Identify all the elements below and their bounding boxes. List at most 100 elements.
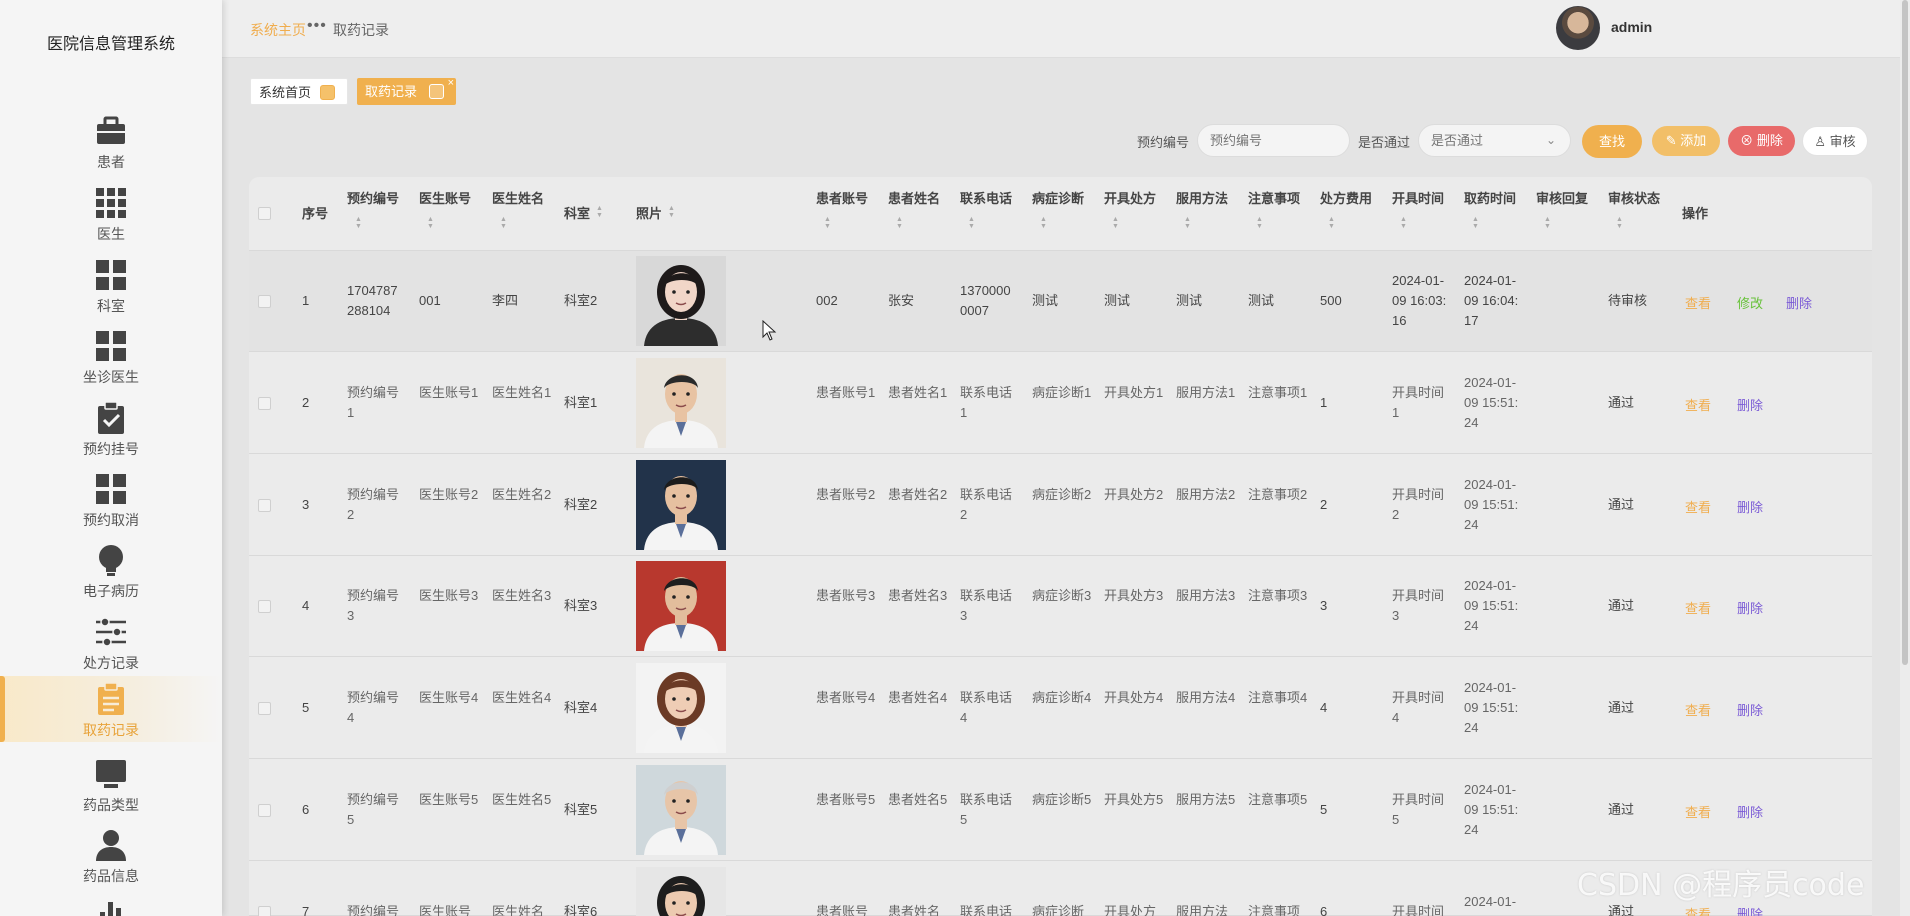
col-header-13[interactable]: 处方费用 (1320, 190, 1372, 208)
sidebar-item-medical-record[interactable]: 电子病历 (0, 537, 222, 603)
col-header-10[interactable]: 开具处方 (1104, 190, 1156, 208)
sidebar-item-label: 预约挂号 (83, 441, 139, 457)
col-header-4[interactable]: 科室 (564, 205, 590, 223)
sort-icon[interactable]: ▲ ▼ (668, 205, 675, 219)
delete-row-button[interactable]: 删除 (1737, 598, 1763, 617)
cell-doc-acct: 医生账号5 (419, 792, 479, 807)
col-header-12[interactable]: 注意事项 (1248, 190, 1300, 208)
close-icon[interactable]: × (448, 70, 454, 97)
row-checkbox[interactable] (258, 397, 271, 410)
row-checkbox[interactable] (258, 702, 271, 715)
col-header-11[interactable]: 服用方法 (1176, 190, 1228, 208)
delete-row-button[interactable]: 删除 (1737, 904, 1763, 916)
view-button[interactable]: 查看 (1685, 497, 1711, 516)
cell-fee: 6 (1320, 904, 1328, 916)
delete-row-button[interactable]: 删除 (1737, 802, 1763, 821)
sort-icon[interactable]: ▲ ▼ (1544, 216, 1551, 230)
sidebar-item-patient[interactable]: 患者 (0, 108, 222, 174)
sidebar-item-department[interactable]: 科室 (0, 252, 222, 318)
breadcrumb-home[interactable]: 系统主页 (250, 20, 306, 40)
doctor-photo[interactable] (636, 460, 726, 550)
cell-dept: 科室4 (564, 700, 598, 715)
row-checkbox[interactable] (258, 295, 271, 308)
add-button[interactable]: ✎ 添加 (1652, 126, 1720, 156)
sidebar-item-on-duty-doctor[interactable]: 坐诊医生 (0, 323, 222, 389)
col-header-7[interactable]: 患者姓名 (888, 190, 940, 208)
cell-open-time: 开具时间3 (1392, 588, 1445, 623)
sidebar-item-doctor[interactable]: 医生 (0, 180, 222, 246)
sidebar-item-statistics[interactable] (0, 890, 222, 916)
sort-icon[interactable]: ▲ ▼ (1184, 216, 1191, 230)
username[interactable]: admin (1611, 19, 1652, 35)
edit-button[interactable]: 修改 (1737, 293, 1763, 312)
sort-icon[interactable]: ▲ ▼ (1400, 216, 1407, 230)
doctor-photo[interactable] (636, 765, 726, 855)
doctor-photo[interactable] (636, 867, 726, 916)
sort-icon[interactable]: ▲ ▼ (500, 216, 507, 230)
sort-icon[interactable]: ▲ ▼ (968, 216, 975, 230)
col-header-14[interactable]: 开具时间 (1392, 190, 1444, 208)
sort-icon[interactable]: ▲ ▼ (596, 205, 603, 219)
sort-icon[interactable]: ▲ ▼ (1256, 216, 1263, 230)
sort-icon[interactable]: ▲ ▼ (1472, 216, 1479, 230)
sidebar-item-appointment[interactable]: 预约挂号 (0, 395, 222, 461)
doctor-photo[interactable] (636, 256, 726, 346)
scrollbar-thumb[interactable] (1902, 0, 1908, 665)
grid-icon (96, 188, 126, 218)
view-button[interactable]: 查看 (1685, 904, 1711, 916)
view-button[interactable]: 查看 (1685, 802, 1711, 821)
sidebar-item-prescription[interactable]: 处方记录 (0, 609, 222, 675)
select-all-checkbox[interactable] (258, 207, 271, 220)
row-checkbox[interactable] (258, 600, 271, 613)
sort-icon[interactable]: ▲ ▼ (896, 216, 903, 230)
find-button[interactable]: 查找 (1582, 125, 1642, 158)
sort-icon[interactable]: ▲ ▼ (1328, 216, 1335, 230)
cell-take-time: 2024-01-09 15:51:24 (1464, 578, 1519, 633)
col-header-15[interactable]: 取药时间 (1464, 190, 1516, 208)
delete-button[interactable]: ⊗ 删除 (1728, 126, 1795, 156)
col-header-6[interactable]: 患者账号 (816, 190, 868, 208)
sidebar-item-dispense-record[interactable]: 取药记录 (0, 676, 222, 742)
col-header-9[interactable]: 病症诊断 (1032, 190, 1084, 208)
col-header-5[interactable]: 照片 (636, 205, 662, 223)
view-button[interactable]: 查看 (1685, 395, 1711, 414)
col-header-17[interactable]: 审核状态 (1608, 190, 1660, 208)
row-checkbox[interactable] (258, 804, 271, 817)
doctor-photo[interactable] (636, 663, 726, 753)
avatar[interactable] (1556, 6, 1600, 50)
sort-icon[interactable]: ▲ ▼ (1112, 216, 1119, 230)
col-header-3[interactable]: 医生姓名 (492, 190, 544, 208)
booking-no-input[interactable] (1197, 124, 1350, 157)
sidebar-item-label: 科室 (97, 298, 125, 314)
delete-row-button[interactable]: 删除 (1737, 700, 1763, 719)
row-checkbox[interactable] (258, 499, 271, 512)
sort-icon[interactable]: ▲ ▼ (1616, 216, 1623, 230)
row-checkbox[interactable] (258, 906, 271, 916)
col-header-16[interactable]: 审核回复 (1536, 190, 1588, 208)
view-button[interactable]: 查看 (1685, 598, 1711, 617)
sidebar-item-drug-info[interactable]: 药品信息 (0, 822, 222, 888)
delete-row-button[interactable]: 删除 (1737, 395, 1763, 414)
add-label: 添加 (1680, 133, 1707, 148)
tab-home[interactable]: 系统首页 (250, 78, 348, 105)
doctor-photo[interactable] (636, 358, 726, 448)
cell-take-time: 2024-01-09 15:51:24 (1464, 477, 1519, 532)
tab-dispense-record[interactable]: 取药记录 × (357, 77, 456, 105)
col-header-1[interactable]: 预约编号 (347, 190, 399, 208)
sidebar-item-drug-type[interactable]: 药品类型 (0, 751, 222, 817)
doctor-photo[interactable] (636, 561, 726, 651)
sort-icon[interactable]: ▲ ▼ (427, 216, 434, 230)
delete-row-button[interactable]: 删除 (1786, 293, 1812, 312)
audit-button[interactable]: ♙ 审核 (1802, 126, 1868, 156)
col-header-2[interactable]: 医生账号 (419, 190, 471, 208)
col-header-8[interactable]: 联系电话 (960, 190, 1012, 208)
sidebar-item-cancel-appointment[interactable]: 预约取消 (0, 466, 222, 532)
sort-icon[interactable]: ▲ ▼ (824, 216, 831, 230)
delete-row-button[interactable]: 删除 (1737, 497, 1763, 516)
sort-icon[interactable]: ▲ ▼ (1040, 216, 1047, 230)
cell-notes: 测试 (1248, 293, 1275, 308)
col-header-18[interactable]: 操作 (1682, 205, 1708, 223)
view-button[interactable]: 查看 (1685, 700, 1711, 719)
sort-icon[interactable]: ▲ ▼ (355, 216, 362, 230)
view-button[interactable]: 查看 (1685, 293, 1711, 312)
